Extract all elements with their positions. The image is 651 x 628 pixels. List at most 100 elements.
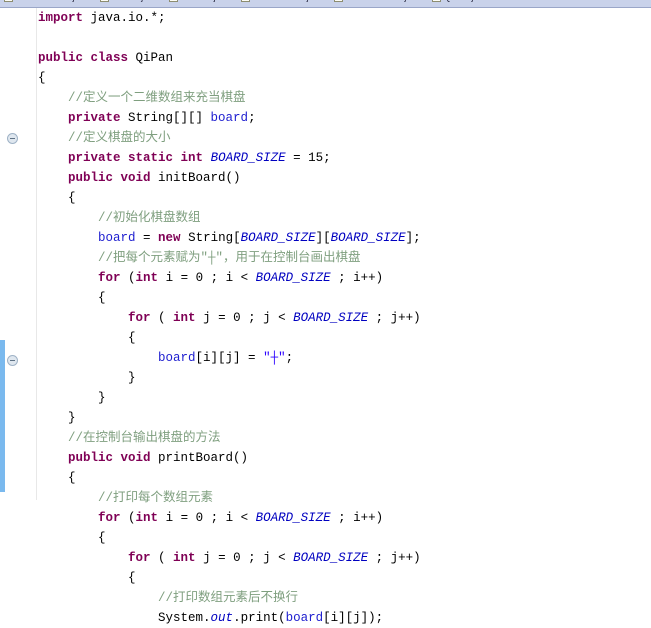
- code-token-kw: for: [128, 311, 151, 325]
- code-line[interactable]: {: [38, 188, 651, 208]
- code-token-pln: .print(: [233, 611, 286, 625]
- code-line[interactable]: private String[][] board;: [38, 108, 651, 128]
- code-token-kw: int: [135, 271, 159, 285]
- editor-tab[interactable]: TestNet.java: [164, 0, 237, 7]
- code-line[interactable]: //把每个元素赋为"┼"，用于在控制台画出棋盘: [38, 248, 651, 268]
- code-token-fld: BOARD_SIZE: [330, 231, 406, 245]
- code-token-pln: {: [38, 71, 46, 85]
- source-code-view[interactable]: import java.io.*; public class QiPan { //…: [38, 8, 651, 625]
- code-token-pln: }: [98, 391, 106, 405]
- code-line[interactable]: {: [38, 528, 651, 548]
- code-line[interactable]: for ( int j = 0 ; j < BOARD_SIZE ; j++): [38, 308, 651, 328]
- code-line[interactable]: {: [38, 328, 651, 348]
- code-token-pln: (: [120, 271, 136, 285]
- code-token-pln: j =: [195, 311, 234, 325]
- code-editor-area[interactable]: import java.io.*; public class QiPan { //…: [0, 8, 651, 625]
- code-token-pln: j =: [195, 551, 234, 565]
- code-line[interactable]: {: [38, 468, 651, 488]
- editor-tab[interactable]: Test01.java: [96, 0, 164, 7]
- editor-tab[interactable]: GouMaiJiaoYi.java: [330, 0, 427, 7]
- java-file-icon: [241, 0, 251, 2]
- code-line[interactable]: [38, 28, 651, 48]
- code-token-var: board: [285, 611, 324, 625]
- code-token-pln: {: [98, 531, 106, 545]
- code-token-kw: int: [135, 511, 159, 525]
- code-line[interactable]: //在控制台输出棋盘的方法: [38, 428, 651, 448]
- code-line[interactable]: //定义棋盘的大小: [38, 128, 651, 148]
- code-token-fld: BOARD_SIZE: [210, 151, 286, 165]
- code-fold-collapse-icon[interactable]: [7, 355, 18, 366]
- code-line[interactable]: public class QiPan: [38, 48, 651, 68]
- code-token-kw: new: [158, 231, 181, 245]
- code-line[interactable]: }: [38, 408, 651, 428]
- code-token-pln: ;: [323, 151, 331, 165]
- editor-tab-label: ZhuCeDaoYu.java: [16, 0, 89, 2]
- editor-gutter[interactable]: [0, 8, 37, 500]
- code-line[interactable]: {: [38, 568, 651, 588]
- code-token-pln: initBoard(): [150, 171, 241, 185]
- code-line[interactable]: for (int i = 0 ; i < BOARD_SIZE ; i++): [38, 268, 651, 288]
- java-file-icon: [334, 0, 344, 2]
- code-token-pln: [203, 151, 211, 165]
- code-token-num: 0: [195, 271, 204, 285]
- code-line[interactable]: {: [38, 288, 651, 308]
- code-token-kw: import: [38, 11, 84, 25]
- code-token-pln: ;: [248, 111, 256, 125]
- code-line[interactable]: private static int BOARD_SIZE = 15;: [38, 148, 651, 168]
- editor-tab-label: ChaXunUser.java: [253, 0, 323, 2]
- code-token-pln: ; j++): [368, 551, 421, 565]
- code-token-pln: =: [285, 151, 309, 165]
- code-token-pln: {: [68, 191, 76, 205]
- editor-tab-bar[interactable]: ZhuCeDaoYu.java Test01.java TestNet.java Ch…: [0, 0, 651, 8]
- code-token-pln: ][: [315, 231, 331, 245]
- code-token-var: board: [98, 231, 136, 245]
- code-token-pln: printBoard(): [150, 451, 249, 465]
- editor-tab[interactable]: ZhuCeDaoYu.java: [0, 0, 96, 7]
- code-token-pln: (: [150, 311, 174, 325]
- code-token-pln: i =: [158, 271, 196, 285]
- java-file-icon: [100, 0, 110, 2]
- code-fold-collapse-icon[interactable]: [7, 133, 18, 144]
- code-token-fld: BOARD_SIZE: [293, 551, 369, 565]
- code-line[interactable]: for (int i = 0 ; i < BOARD_SIZE ; i++): [38, 508, 651, 528]
- code-line[interactable]: public void initBoard(): [38, 168, 651, 188]
- code-line[interactable]: }: [38, 388, 651, 408]
- code-token-var: board: [210, 111, 249, 125]
- code-line[interactable]: board = new String[BOARD_SIZE][BOARD_SIZ…: [38, 228, 651, 248]
- code-token-kw: int: [173, 311, 196, 325]
- code-line[interactable]: System.out.print(board[i][j]);: [38, 608, 651, 628]
- code-token-pln: ;: [285, 351, 294, 365]
- code-line[interactable]: //打印数组元素后不换行: [38, 588, 651, 608]
- code-line[interactable]: {: [38, 68, 651, 88]
- java-file-icon: [4, 0, 13, 2]
- code-line[interactable]: //初始化棋盘数组: [38, 208, 651, 228]
- code-line[interactable]: for ( int j = 0 ; j < BOARD_SIZE ; j++): [38, 548, 651, 568]
- code-line[interactable]: import java.io.*;: [38, 8, 651, 28]
- code-line[interactable]: board[i][j] = "┼";: [38, 348, 651, 368]
- code-token-pln: {: [128, 571, 136, 585]
- code-token-pln: ; i++): [330, 511, 384, 525]
- code-token-num: 0: [233, 551, 241, 565]
- editor-tab-label: Test01.java: [112, 0, 158, 2]
- java-file-icon: [431, 0, 441, 2]
- code-line[interactable]: //定义一个二维数组来充当棋盘: [38, 88, 651, 108]
- editor-tab[interactable]: QiPan.java: [427, 0, 494, 7]
- code-token-pln: ; j <: [240, 311, 294, 325]
- code-token-fld: BOARD_SIZE: [255, 511, 331, 525]
- code-line[interactable]: public void printBoard(): [38, 448, 651, 468]
- editor-tab[interactable]: ChaXunUser.java: [237, 0, 330, 7]
- code-line[interactable]: }: [38, 368, 651, 388]
- code-token-kw: int: [173, 551, 196, 565]
- code-line[interactable]: //打印每个数组元素: [38, 488, 651, 508]
- code-token-kw: for: [98, 511, 121, 525]
- code-token-pln: {: [68, 471, 76, 485]
